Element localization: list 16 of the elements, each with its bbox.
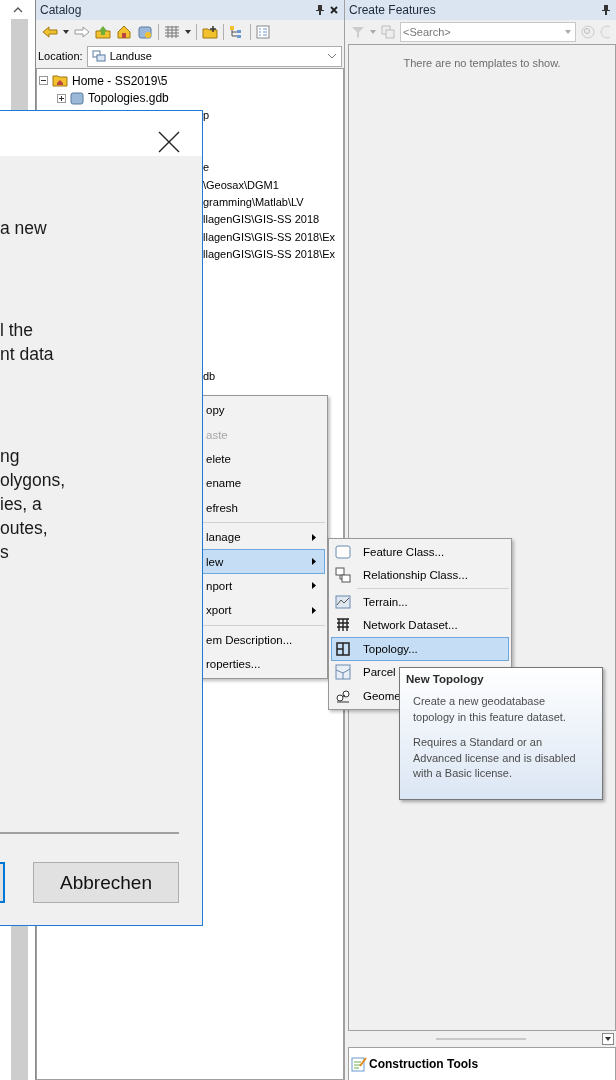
dialog-text: ng — [0, 445, 21, 468]
panel-title: Create Features — [349, 3, 436, 17]
dialog-text: outes, — [0, 517, 49, 540]
dialog-text: a new — [0, 217, 48, 240]
dialog-text: l the — [0, 319, 35, 342]
dialog-text: olygons, — [0, 469, 67, 492]
tooltip-title: New Topology — [406, 673, 485, 685]
tooltip-text: Requires a Standard or an Advanced license and is disabled with a Basic license. — [413, 735, 577, 781]
dialog-text: s — [0, 541, 10, 564]
empty-message: There are no templates to show. — [403, 57, 561, 71]
tooltip-text: Create a new geodatabase topology in this feature dataset. — [413, 694, 567, 725]
dialog-text: ies, a — [0, 493, 43, 516]
location-label: Location: — [38, 50, 83, 62]
panel-title: Catalog — [40, 3, 82, 17]
section-title: Construction Tools — [369, 1057, 479, 1071]
dialog-text: nt data — [0, 343, 55, 366]
